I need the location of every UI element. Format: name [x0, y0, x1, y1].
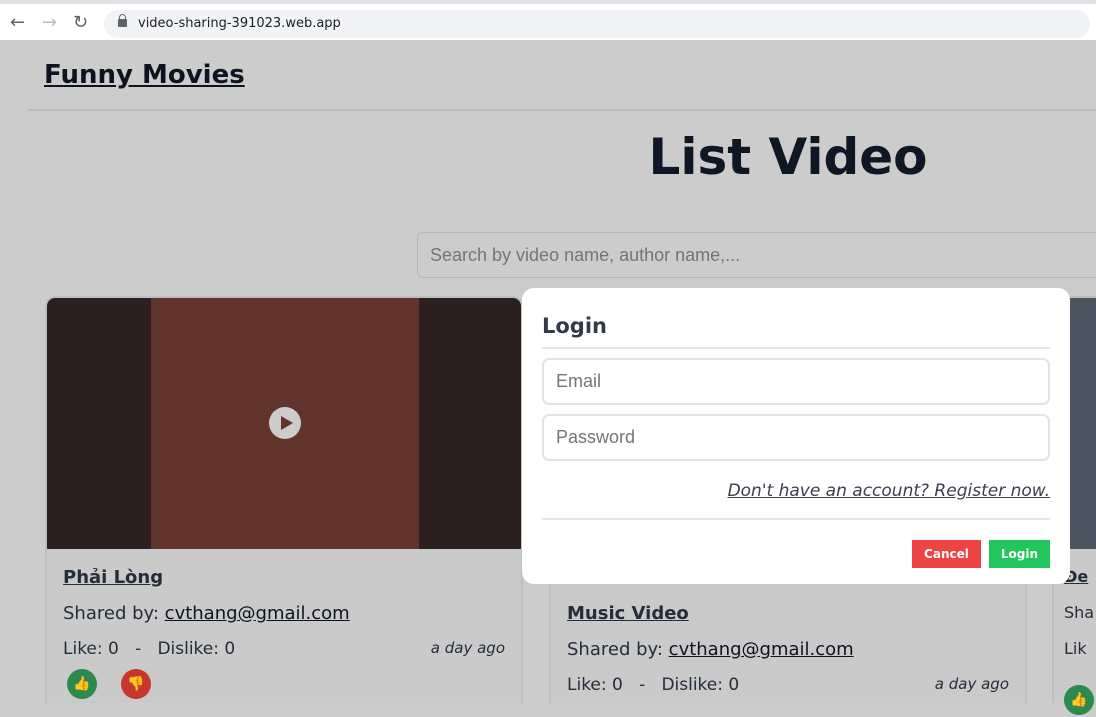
back-icon[interactable]: ← — [10, 12, 25, 33]
divider — [542, 518, 1050, 520]
thumbs-down-icon[interactable]: 👎 — [121, 669, 151, 699]
modal-title: Login — [542, 288, 1050, 349]
like-count: 0 — [612, 675, 623, 695]
divider — [28, 109, 1096, 111]
author-link[interactable]: cvthang@gmail.com — [669, 639, 854, 660]
password-field[interactable] — [542, 414, 1050, 461]
like-label: Like: — [63, 639, 103, 659]
video-title[interactable]: Music Video — [567, 603, 1009, 639]
video-title[interactable]: Phải Lòng — [63, 567, 505, 603]
author-link[interactable]: cvthang@gmail.com — [165, 603, 350, 624]
dislike-label: Dislike: — [661, 675, 723, 695]
search-input[interactable] — [417, 232, 1096, 278]
address-bar[interactable]: video-sharing-391023.web.app — [104, 10, 1090, 38]
like-label: Like: — [567, 675, 607, 695]
thumbs-up-icon[interactable]: 👍 — [67, 669, 97, 699]
separator: - — [135, 639, 142, 659]
page-title: List Video — [648, 128, 928, 186]
cancel-button[interactable]: Cancel — [912, 540, 981, 568]
dislike-label: Dislike: — [157, 639, 219, 659]
dislike-count: 0 — [224, 639, 236, 659]
email-field[interactable] — [542, 358, 1050, 405]
separator: - — [639, 675, 646, 695]
lock-icon — [118, 14, 127, 27]
dislike-count: 0 — [728, 675, 740, 695]
like-count: 0 — [108, 639, 119, 659]
play-icon[interactable] — [269, 407, 301, 439]
register-link[interactable]: Don't have an account? Register now. — [728, 481, 1050, 501]
timestamp: a day ago — [934, 675, 1009, 693]
login-button[interactable]: Login — [988, 540, 1050, 568]
reload-icon[interactable]: ↻ — [73, 12, 88, 33]
brand-link[interactable]: Funny Movies — [44, 60, 245, 90]
thumbs-up-icon[interactable]: 👍 — [1064, 685, 1094, 715]
forward-icon[interactable]: → — [42, 12, 57, 33]
browser-toolbar: ← → ↻ video-sharing-391023.web.app — [0, 0, 1096, 40]
timestamp: a day ago — [430, 639, 505, 657]
shared-label: Shared by: — [567, 639, 663, 660]
login-modal: Login Don't have an account? Register no… — [522, 288, 1070, 584]
video-card: Phải Lòng Shared by: cvthang@gmail.com L… — [45, 296, 523, 703]
video-player[interactable] — [47, 298, 521, 549]
shared-label: Shared by: — [63, 603, 159, 624]
like-label: Lik — [1064, 639, 1087, 658]
shared-label: Sha — [1064, 603, 1095, 622]
